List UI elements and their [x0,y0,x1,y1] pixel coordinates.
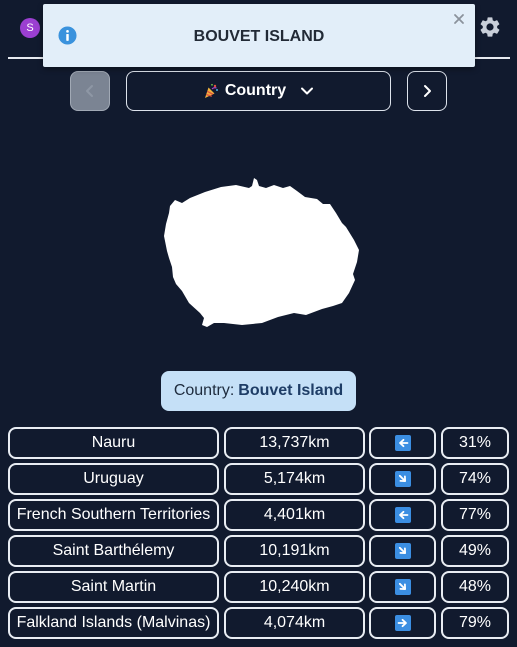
answer-prefix: Country: [173,382,235,399]
direction-arrow-icon [394,507,411,523]
guess-direction [369,571,436,603]
guess-distance: 5,174km [224,463,365,495]
guess-country: Nauru [8,427,219,459]
close-icon[interactable] [453,13,465,25]
country-shape [164,178,359,327]
direction-arrow-icon [394,471,411,487]
next-button[interactable] [407,71,447,111]
guess-country: Saint Barthélemy [8,535,219,567]
guess-proximity: 77% [441,499,509,531]
guess-proximity: 31% [441,427,509,459]
guess-direction [369,607,436,639]
direction-arrow-icon [394,615,411,631]
guess-country: French Southern Territories [8,499,219,531]
direction-arrow-icon [394,435,411,451]
toast-notification: BOUVET ISLAND [43,4,475,67]
previous-button[interactable] [70,71,110,111]
guess-country: Saint Martin [8,571,219,603]
chevron-left-icon [86,85,93,97]
guess-direction [369,535,436,567]
guess-proximity: 79% [441,607,509,639]
answer-name: Bouvet Island [238,382,344,399]
guess-proximity: 74% [441,463,509,495]
guess-distance: 4,074km [224,607,365,639]
guess-direction [369,427,436,459]
guess-distance: 10,191km [224,535,365,567]
avatar[interactable]: S [20,18,40,38]
mode-select[interactable]: Country [126,71,391,111]
gear-icon[interactable] [478,15,502,39]
party-popper-icon [204,83,218,98]
direction-arrow-icon [394,579,411,595]
mode-label: Country [224,82,287,99]
guess-distance: 13,737km [224,427,365,459]
guess-proximity: 49% [441,535,509,567]
guess-distance: 4,401km [224,499,365,531]
guess-country: Uruguay [8,463,219,495]
guess-direction [369,463,436,495]
toast-title: BOUVET ISLAND [193,28,325,45]
guess-direction [369,499,436,531]
direction-arrow-icon [394,543,411,559]
chevron-right-icon [424,85,431,97]
guess-country: Falkland Islands (Malvinas) [8,607,219,639]
guess-proximity: 48% [441,571,509,603]
guess-distance: 10,240km [224,571,365,603]
answer-pill: Country: Bouvet Island [161,371,356,411]
chevron-down-icon [301,87,314,95]
